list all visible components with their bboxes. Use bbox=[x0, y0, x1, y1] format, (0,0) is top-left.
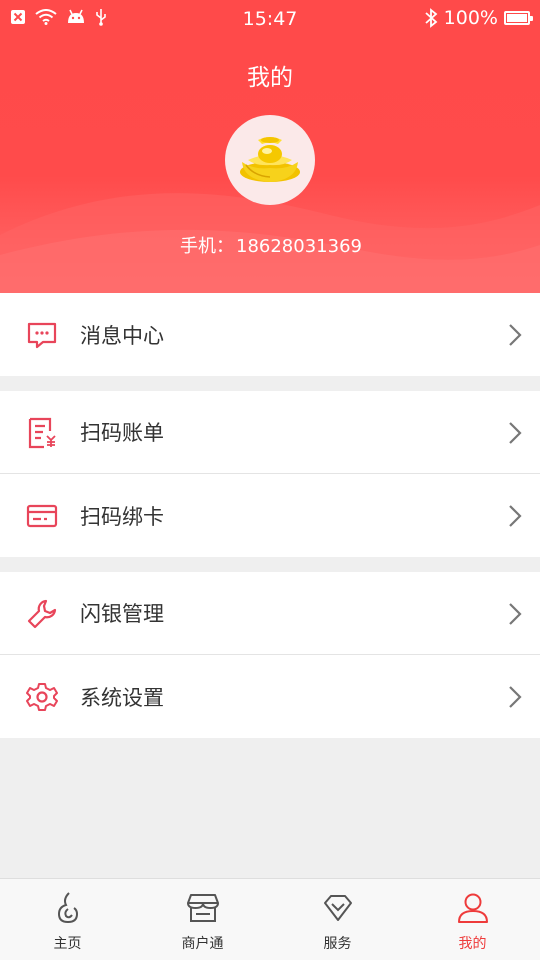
diamond-icon bbox=[323, 895, 352, 921]
tab-service[interactable]: 服务 bbox=[270, 879, 405, 960]
user-icon bbox=[457, 893, 488, 923]
bill-icon bbox=[28, 417, 56, 449]
tab-label: 服务 bbox=[323, 936, 352, 952]
menu-group-scan: 扫码账单 扫码绑卡 bbox=[0, 391, 540, 557]
screen: 15:47 100% 我的 手机： 18628031369 消息中心 扫码账单 … bbox=[0, 0, 540, 960]
phone-info: 手机： 18628031369 bbox=[0, 232, 540, 258]
chevron-right-icon bbox=[509, 422, 522, 444]
menu-item-message-center[interactable]: 消息中心 bbox=[0, 293, 540, 376]
status-right-icons: 100% bbox=[424, 7, 533, 29]
menu-item-system-settings[interactable]: 系统设置 bbox=[0, 655, 540, 738]
home-icon bbox=[57, 892, 78, 924]
chevron-right-icon bbox=[509, 505, 522, 527]
tab-merchant[interactable]: 商户通 bbox=[135, 879, 270, 960]
menu-item-label: 消息中心 bbox=[80, 323, 164, 348]
menu-item-shanyin-management[interactable]: 闪银管理 bbox=[0, 572, 540, 655]
wrench-icon bbox=[27, 599, 57, 629]
battery-icon bbox=[504, 11, 533, 25]
page-title: 我的 bbox=[247, 65, 293, 91]
bottom-tab-bar: 主页 商户通 服务 我的 bbox=[0, 878, 540, 960]
menu-item-label: 扫码绑卡 bbox=[80, 504, 164, 529]
status-bar: 15:47 100% bbox=[0, 0, 540, 38]
bluetooth-icon bbox=[425, 8, 438, 28]
chevron-right-icon bbox=[509, 324, 522, 346]
avatar[interactable] bbox=[225, 115, 315, 205]
message-icon bbox=[27, 322, 57, 349]
chevron-right-icon bbox=[509, 603, 522, 625]
gold-ingot-icon bbox=[240, 137, 300, 182]
phone-number: 18628031369 bbox=[236, 236, 362, 257]
tab-home[interactable]: 主页 bbox=[0, 879, 135, 960]
menu-item-label: 系统设置 bbox=[80, 685, 164, 710]
profile-header: 15:47 100% 我的 手机： 18628031369 bbox=[0, 0, 540, 293]
tab-label: 主页 bbox=[53, 936, 82, 952]
chevron-right-icon bbox=[509, 686, 522, 708]
phone-label: 手机： bbox=[180, 236, 234, 257]
menu-item-label: 闪银管理 bbox=[80, 602, 164, 626]
menu-group-system: 闪银管理 系统设置 bbox=[0, 572, 540, 738]
settings-icon bbox=[26, 683, 58, 711]
card-icon bbox=[26, 504, 58, 528]
store-icon bbox=[186, 894, 219, 922]
tab-label: 我的 bbox=[458, 936, 487, 952]
menu-item-scan-bill[interactable]: 扫码账单 bbox=[0, 391, 540, 474]
tab-label: 商户通 bbox=[181, 936, 224, 952]
menu-item-scan-bind-card[interactable]: 扫码绑卡 bbox=[0, 474, 540, 557]
menu-group-messages: 消息中心 bbox=[0, 293, 540, 376]
tab-mine[interactable]: 我的 bbox=[405, 879, 540, 960]
battery-percent: 100% bbox=[443, 7, 498, 29]
menu-item-label: 扫码账单 bbox=[80, 421, 164, 445]
